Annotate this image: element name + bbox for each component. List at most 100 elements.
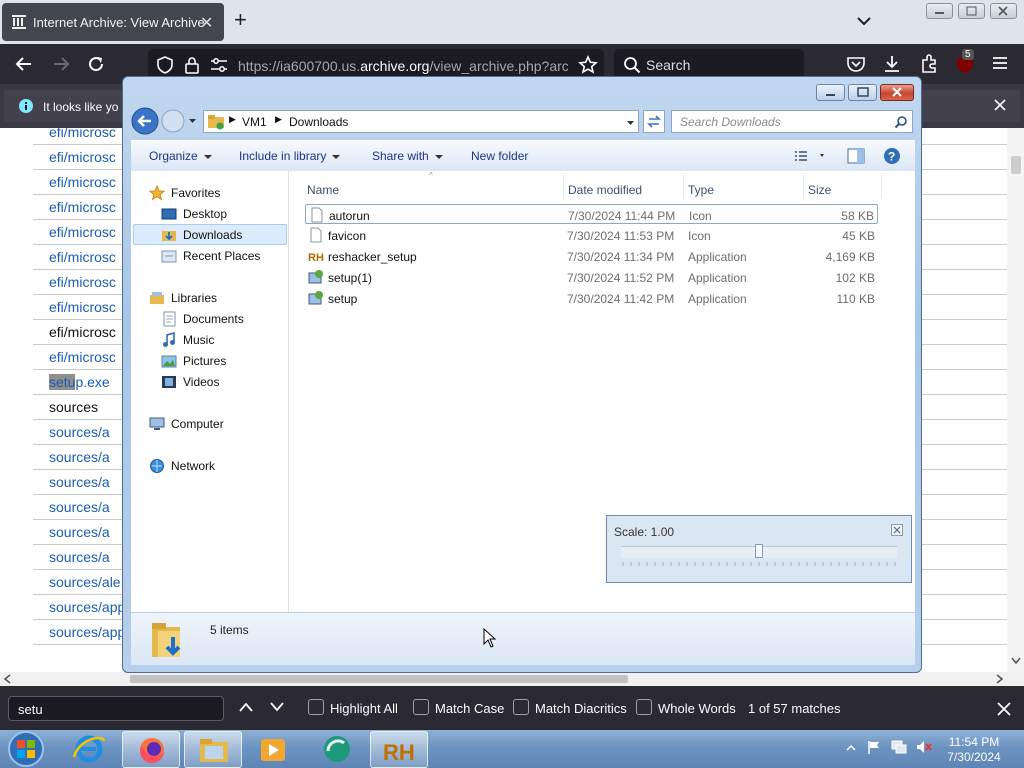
archive-entry-link[interactable]: efi/microsc bbox=[49, 174, 116, 190]
archive-entry-link[interactable]: efi/microsc bbox=[49, 349, 116, 365]
help-icon[interactable]: ? bbox=[883, 147, 901, 165]
archive-entry-link[interactable]: sources/ale bbox=[49, 574, 121, 590]
close-notification-icon[interactable] bbox=[993, 98, 1007, 112]
pocket-icon[interactable] bbox=[846, 55, 866, 73]
column-size[interactable]: Size bbox=[808, 183, 831, 197]
explorer-maximize-button[interactable] bbox=[848, 84, 877, 101]
windows-explorer-icon[interactable] bbox=[184, 731, 242, 768]
archive-entry-link[interactable]: efi/microsc bbox=[49, 249, 116, 265]
permissions-icon[interactable] bbox=[210, 57, 228, 73]
file-row[interactable]: autorun 7/30/2024 11:44 PM Icon 58 KB bbox=[305, 204, 878, 224]
shield-icon[interactable] bbox=[156, 56, 174, 74]
archive-favicon-icon bbox=[11, 14, 27, 30]
highlight-all-label: Highlight All bbox=[330, 701, 398, 716]
bookmark-star-icon[interactable] bbox=[578, 55, 598, 75]
include-in-library-button[interactable]: Include in library bbox=[239, 149, 341, 163]
volume-muted-icon[interactable] bbox=[915, 739, 933, 755]
share-with-button[interactable]: Share with bbox=[372, 149, 443, 163]
explorer-minimize-button[interactable] bbox=[816, 84, 845, 101]
vertical-scrollbar[interactable] bbox=[1007, 128, 1024, 672]
preview-pane-icon[interactable] bbox=[847, 148, 865, 164]
archive-entry-link[interactable]: efi/microsc bbox=[49, 274, 116, 290]
find-next-icon[interactable] bbox=[269, 700, 285, 714]
address-dropdown-icon[interactable] bbox=[626, 120, 635, 126]
minimize-window-button[interactable] bbox=[926, 3, 953, 19]
column-type[interactable]: Type bbox=[688, 183, 714, 197]
archive-entry-link[interactable]: sources/app bbox=[49, 624, 125, 640]
find-previous-icon[interactable] bbox=[238, 700, 254, 714]
breadcrumb-downloads[interactable]: Downloads bbox=[289, 115, 348, 129]
reload-icon[interactable] bbox=[87, 55, 105, 73]
breadcrumb-separator-icon[interactable]: ▶ bbox=[229, 114, 236, 125]
app-5-icon[interactable] bbox=[306, 731, 364, 768]
archive-entry-link[interactable]: efi/microsc bbox=[49, 149, 116, 165]
horizontal-scrollbar[interactable] bbox=[0, 672, 1024, 686]
recent-pages-chevron-icon[interactable] bbox=[188, 118, 197, 124]
archive-entry-link[interactable]: sources/a bbox=[49, 424, 110, 440]
system-clock[interactable]: 11:54 PM 7/30/2024 bbox=[936, 735, 1012, 765]
archive-entry-link[interactable]: efi/microsc bbox=[49, 199, 116, 215]
archive-entry-link[interactable]: setup.exe bbox=[49, 374, 110, 390]
archive-entry-link[interactable]: sources bbox=[49, 399, 98, 415]
firefox-icon[interactable] bbox=[122, 731, 180, 768]
restore-window-button[interactable] bbox=[958, 3, 985, 19]
ublock-icon[interactable]: 5 bbox=[954, 49, 976, 75]
new-folder-button[interactable]: New folder bbox=[471, 149, 528, 163]
archive-entry-link[interactable]: sources/a bbox=[49, 499, 110, 515]
media-player-icon[interactable] bbox=[244, 731, 302, 768]
internet-explorer-icon[interactable] bbox=[60, 731, 118, 768]
close-tab-icon[interactable]: ✕ bbox=[200, 13, 213, 33]
find-result-count: 1 of 57 matches bbox=[748, 701, 841, 716]
file-row[interactable]: favicon 7/30/2024 11:53 PM Icon 45 KB bbox=[305, 225, 878, 245]
match-diacritics-checkbox[interactable] bbox=[513, 699, 529, 715]
close-find-bar-icon[interactable] bbox=[996, 701, 1012, 717]
column-date-modified[interactable]: Date modified bbox=[568, 183, 642, 197]
change-view-icon[interactable] bbox=[793, 149, 827, 163]
file-row[interactable]: RH reshacker_setup 7/30/2024 11:34 PM Appli… bbox=[305, 246, 878, 266]
highlight-all-checkbox[interactable] bbox=[308, 699, 324, 715]
file-size: 4,169 KB bbox=[825, 250, 875, 264]
match-case-checkbox[interactable] bbox=[413, 699, 429, 715]
archive-entry-link[interactable]: efi/microsc bbox=[49, 128, 116, 140]
extensions-icon[interactable] bbox=[919, 54, 939, 74]
explorer-close-button[interactable] bbox=[880, 84, 914, 101]
new-tab-button[interactable]: + bbox=[234, 8, 247, 32]
scale-slider-thumb[interactable] bbox=[755, 544, 763, 558]
close-window-button[interactable] bbox=[990, 3, 1017, 19]
download-icon[interactable] bbox=[882, 54, 902, 74]
file-row[interactable]: setup(1) 7/30/2024 11:52 PM Application 102… bbox=[305, 267, 878, 287]
forward-arrow-icon[interactable] bbox=[51, 55, 71, 73]
archive-entry-link[interactable]: sources/a bbox=[49, 449, 110, 465]
chevron-down-icon[interactable] bbox=[855, 12, 873, 30]
archive-entry-link[interactable]: efi/microsc bbox=[49, 324, 116, 340]
network-tray-icon[interactable] bbox=[890, 739, 908, 755]
archive-entry-link[interactable]: efi/microsc bbox=[49, 299, 116, 315]
resource-hacker-icon[interactable]: RH bbox=[370, 731, 428, 768]
find-input[interactable]: setu bbox=[8, 696, 224, 721]
back-arrow-icon[interactable] bbox=[14, 55, 34, 73]
archive-entry-link[interactable]: sources/a bbox=[49, 474, 110, 490]
details-pane: 5 items bbox=[131, 613, 915, 665]
search-downloads-input[interactable]: Search Downloads bbox=[671, 110, 913, 133]
archive-entry-link[interactable]: sources/a bbox=[49, 549, 110, 565]
close-scale-icon[interactable] bbox=[891, 524, 903, 536]
explorer-forward-button[interactable] bbox=[161, 109, 185, 133]
explorer-back-button[interactable] bbox=[131, 107, 159, 135]
action-center-flag-icon[interactable] bbox=[866, 739, 882, 755]
whole-words-checkbox[interactable] bbox=[636, 699, 652, 715]
archive-entry-link[interactable]: sources/a bbox=[49, 524, 110, 540]
column-name[interactable]: Name bbox=[307, 183, 339, 197]
browser-tab[interactable]: Internet Archive: View Archive ✕ bbox=[2, 3, 224, 41]
archive-entry-link[interactable]: sources/app bbox=[49, 599, 125, 615]
start-orb-icon[interactable] bbox=[6, 729, 46, 768]
breadcrumb-vm1[interactable]: VM1 bbox=[242, 115, 267, 129]
file-row[interactable]: setup 7/30/2024 11:42 PM Application 110 KB bbox=[305, 288, 878, 308]
hamburger-menu-icon[interactable] bbox=[991, 55, 1009, 71]
organize-button[interactable]: Organize bbox=[149, 149, 212, 163]
breadcrumb-separator-icon[interactable]: ▶ bbox=[275, 114, 282, 125]
address-bar[interactable]: ▶ VM1 ▶ Downloads bbox=[203, 110, 639, 133]
lock-icon[interactable] bbox=[184, 56, 200, 74]
tray-expand-icon[interactable] bbox=[846, 744, 856, 752]
archive-entry-link[interactable]: efi/microsc bbox=[49, 224, 116, 240]
refresh-icon[interactable] bbox=[643, 110, 665, 133]
